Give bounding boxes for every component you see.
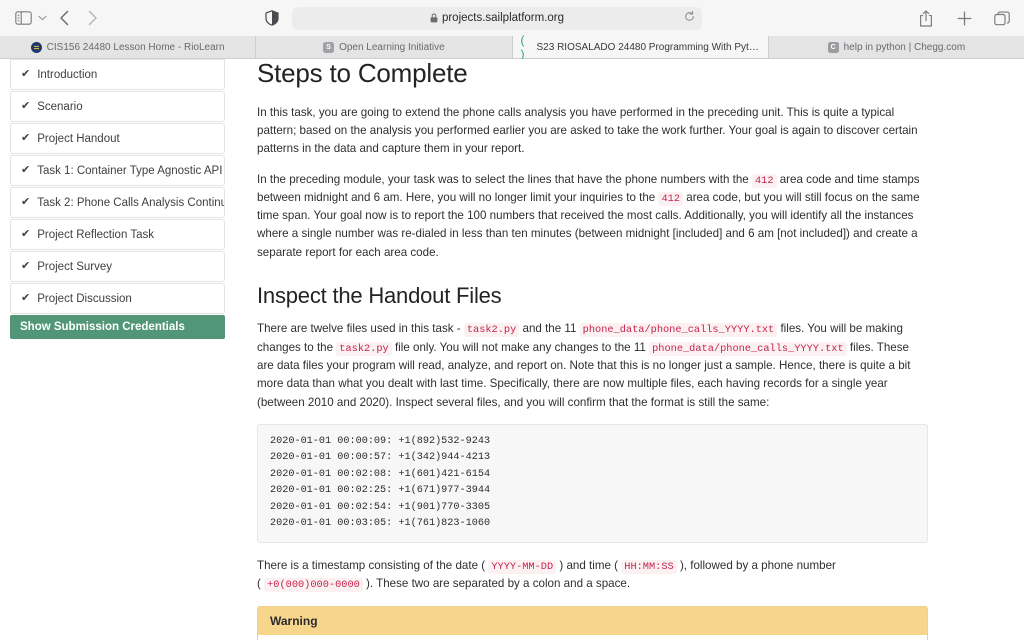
section-title-inspect-handout-files: Inspect the Handout Files bbox=[257, 284, 928, 308]
lesson-article: Steps to Complete In this task, you are … bbox=[235, 59, 1024, 640]
reload-icon[interactable] bbox=[684, 9, 695, 27]
sidebar-item-label: Task 2: Phone Calls Analysis Continued bbox=[37, 197, 225, 209]
address-bar[interactable]: projects.sailplatform.org bbox=[292, 7, 702, 30]
inline-code-task2py-1: task2.py bbox=[464, 323, 519, 337]
browser-chrome: projects.sailplatform.org bbox=[0, 0, 1024, 59]
sidebar-item-project-handout[interactable]: ✔ Project Handout bbox=[10, 123, 225, 154]
check-icon: ✔ bbox=[21, 229, 30, 240]
tab-label: CIS156 24480 Lesson Home - RioLearn bbox=[47, 42, 225, 53]
page-content: ✔ Introduction ✔ Scenario ✔ Project Hand… bbox=[0, 59, 1024, 640]
check-icon: ✔ bbox=[21, 197, 30, 208]
page-title: Steps to Complete bbox=[257, 59, 928, 88]
favicon-chegg: C bbox=[828, 42, 839, 53]
tab-overview-icon[interactable] bbox=[992, 7, 1012, 29]
favicon-riolearn bbox=[31, 42, 42, 53]
sidebar-item-introduction[interactable]: ✔ Introduction bbox=[10, 59, 225, 90]
sidebar-item-label: Task 1: Container Type Agnostic API bbox=[37, 165, 222, 177]
share-icon[interactable] bbox=[916, 7, 936, 29]
tab-label: Open Learning Initiative bbox=[339, 42, 445, 53]
phone-calls-sample-code-block: 2020-01-01 00:00:09: +1(892)532-9243 202… bbox=[257, 424, 928, 543]
sidebar-item-project-survey[interactable]: ✔ Project Survey bbox=[10, 251, 225, 282]
sidebar-item-label: Project Survey bbox=[37, 261, 112, 273]
url-text: projects.sailplatform.org bbox=[442, 12, 564, 24]
chevron-down-icon[interactable] bbox=[34, 7, 50, 29]
warning-title: Warning bbox=[258, 607, 927, 635]
check-icon: ✔ bbox=[21, 261, 30, 272]
tab-label: S23 RIOSALADO 24480 Programming With Pyt… bbox=[537, 42, 760, 53]
sidebar-item-label: Project Discussion bbox=[37, 293, 132, 305]
toolbar-right-group bbox=[898, 7, 1012, 29]
sidebar-item-label: Introduction bbox=[37, 69, 97, 81]
lesson-sidebar: ✔ Introduction ✔ Scenario ✔ Project Hand… bbox=[0, 59, 235, 640]
sidebar-item-project-reflection-task[interactable]: ✔ Project Reflection Task bbox=[10, 219, 225, 250]
privacy-shield-icon[interactable] bbox=[258, 7, 286, 29]
inline-code-phone-format: +0(000)000-0000 bbox=[264, 578, 363, 592]
check-icon: ✔ bbox=[21, 133, 30, 144]
inline-code-area-code-1: 412 bbox=[752, 174, 777, 188]
forward-button[interactable] bbox=[78, 7, 106, 29]
inline-code-time-format: HH:MM:SS bbox=[621, 560, 676, 574]
intro-paragraph-2: In the preceding module, your task was t… bbox=[257, 171, 928, 263]
sidebar-item-project-discussion[interactable]: ✔ Project Discussion bbox=[10, 283, 225, 314]
favicon-sail: ( ) bbox=[521, 42, 532, 53]
handout-files-paragraph: There are twelve files used in this task… bbox=[257, 320, 928, 412]
url-text-group: projects.sailplatform.org bbox=[430, 12, 564, 24]
intro-paragraph-1: In this task, you are going to extend th… bbox=[257, 104, 928, 159]
sidebar-item-task-2[interactable]: ✔ Task 2: Phone Calls Analysis Continued bbox=[10, 187, 225, 218]
text-frag: There is a timestamp consisting of the d… bbox=[257, 559, 485, 572]
check-icon: ✔ bbox=[21, 165, 30, 176]
inline-code-phone-data-2: phone_data/phone_calls_YYYY.txt bbox=[649, 342, 847, 356]
timestamp-format-paragraph: There is a timestamp consisting of the d… bbox=[257, 557, 928, 594]
text-frag: In the preceding module, your task was t… bbox=[257, 173, 752, 186]
inline-code-task2py-2: task2.py bbox=[336, 342, 391, 356]
inline-code-date-format: YYYY-MM-DD bbox=[488, 560, 556, 574]
browser-tab-1[interactable]: CIS156 24480 Lesson Home - RioLearn bbox=[0, 36, 256, 58]
favicon-oli: S bbox=[323, 42, 334, 53]
text-frag: ). These two are separated by a colon an… bbox=[366, 577, 630, 590]
browser-tab-2[interactable]: S Open Learning Initiative bbox=[256, 36, 512, 58]
browser-tab-4[interactable]: C help in python | Chegg.com bbox=[769, 36, 1024, 58]
new-tab-icon[interactable] bbox=[954, 7, 974, 29]
text-frag: There are twelve files used in this task… bbox=[257, 322, 464, 335]
text-frag: and the 11 bbox=[519, 322, 579, 335]
check-icon: ✔ bbox=[21, 293, 30, 304]
sidebar-item-label: Scenario bbox=[37, 101, 82, 113]
sidebar-item-task-1[interactable]: ✔ Task 1: Container Type Agnostic API bbox=[10, 155, 225, 186]
tab-label: help in python | Chegg.com bbox=[844, 42, 966, 53]
check-icon: ✔ bbox=[21, 69, 30, 80]
tab-bar: CIS156 24480 Lesson Home - RioLearn S Op… bbox=[0, 36, 1024, 58]
browser-tab-3[interactable]: ( ) S23 RIOSALADO 24480 Programming With… bbox=[513, 36, 769, 58]
check-icon: ✔ bbox=[21, 101, 30, 112]
warning-body: While there is nothing that prevents you… bbox=[258, 635, 927, 640]
back-button[interactable] bbox=[50, 7, 78, 29]
sidebar-item-label: Project Handout bbox=[37, 133, 119, 145]
text-frag: ) and time ( bbox=[559, 559, 618, 572]
inline-code-phone-data-1: phone_data/phone_calls_YYYY.txt bbox=[580, 323, 778, 337]
sidebar-item-scenario[interactable]: ✔ Scenario bbox=[10, 91, 225, 122]
browser-toolbar: projects.sailplatform.org bbox=[0, 0, 1024, 36]
inline-code-area-code-2: 412 bbox=[658, 192, 683, 206]
show-submission-credentials-button[interactable]: Show Submission Credentials bbox=[10, 315, 225, 339]
warning-admonition: Warning While there is nothing that prev… bbox=[257, 606, 928, 640]
lock-icon bbox=[430, 13, 438, 23]
text-frag: file only. You will not make any changes… bbox=[392, 341, 649, 354]
sidebar-toggle-icon[interactable] bbox=[12, 7, 34, 29]
sidebar-item-label: Project Reflection Task bbox=[37, 229, 154, 241]
